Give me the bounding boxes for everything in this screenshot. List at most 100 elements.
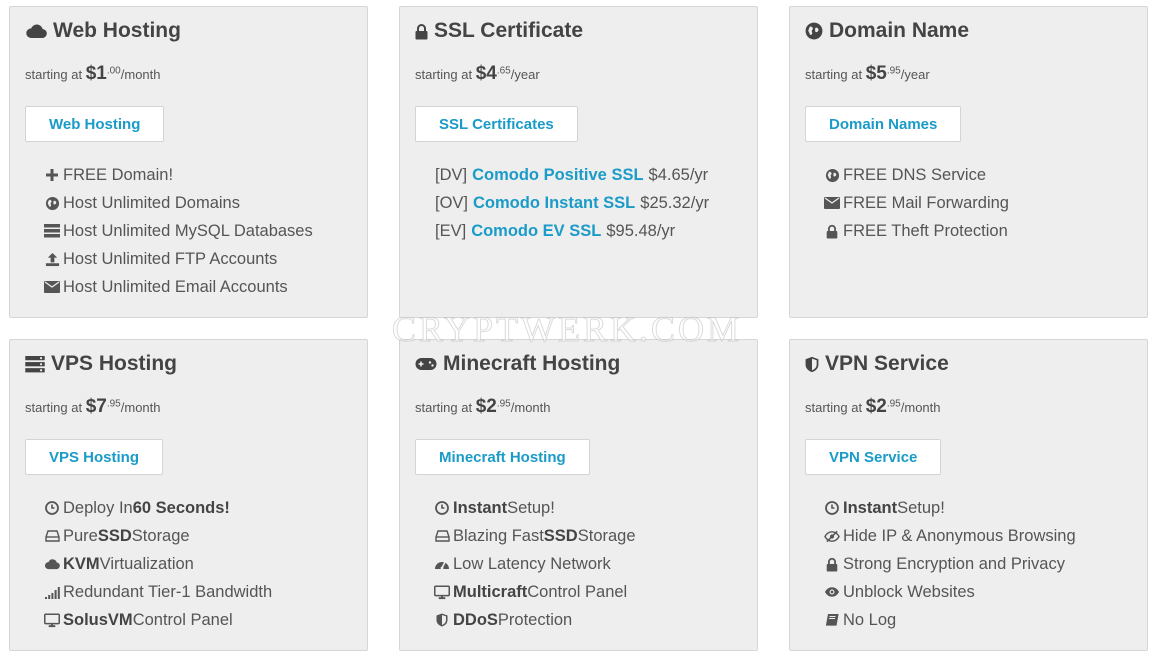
envelope-icon [44, 281, 60, 293]
price-period: /month [120, 67, 161, 82]
price-period: /month [900, 400, 941, 415]
domain-names-button[interactable]: Domain Names [805, 106, 962, 142]
ssl-certificates-button[interactable]: SSL Certificates [415, 106, 578, 142]
signal-icon [44, 586, 60, 599]
card-title: Domain Name [805, 19, 969, 43]
card-title: Minecraft Hosting [415, 352, 620, 376]
feature-list: Deploy In 60 Seconds! Pure SSD Storage K… [44, 494, 272, 634]
feature-highlight: SolusVM [63, 610, 133, 629]
feature-highlight: Instant [843, 498, 898, 517]
price-period: /year [900, 67, 930, 82]
price-amount: $4 [475, 63, 497, 84]
feature-text: FREE Theft Protection [843, 221, 1008, 240]
list-item: FREE Mail Forwarding [824, 189, 1009, 217]
list-item: Host Unlimited MySQL Databases [44, 217, 313, 245]
list-item: [EV] Comodo EV SSL $95.48/yr [435, 217, 709, 245]
price-cents: .95 [886, 65, 901, 77]
card-vpn-service: VPN Service starting at $2.95/month VPN … [789, 339, 1148, 651]
upload-icon [44, 252, 60, 267]
globe-icon [805, 22, 823, 40]
list-item: Unblock Websites [824, 578, 1076, 606]
list-item: Low Latency Network [434, 550, 636, 578]
price: starting at $2.95/month [415, 396, 551, 418]
price: starting at $1.00/month [25, 63, 161, 85]
ssl-product-link[interactable]: Comodo Positive SSL [472, 166, 643, 185]
list-item: FREE DNS Service [824, 161, 1009, 189]
list-item: SolusVM Control Panel [44, 606, 272, 634]
card-title-text: VPS Hosting [51, 352, 178, 375]
feature-text: Setup! [507, 498, 555, 517]
feature-text: FREE Domain! [63, 165, 174, 184]
list-item: Host Unlimited Email Accounts [44, 273, 313, 301]
price-prefix: starting at [25, 67, 86, 82]
ssl-price: $95.48/yr [606, 221, 676, 240]
card-vps-hosting: VPS Hosting starting at $7.95/month VPS … [9, 339, 368, 651]
lock-icon [415, 23, 428, 40]
list-item: FREE Theft Protection [824, 217, 1009, 245]
list-item: Host Unlimited FTP Accounts [44, 245, 313, 273]
feature-text: Unblock Websites [843, 582, 975, 601]
price-period: /month [120, 400, 161, 415]
minecraft-hosting-button[interactable]: Minecraft Hosting [415, 439, 590, 475]
price-prefix: starting at [25, 400, 86, 415]
card-title: SSL Certificate [415, 19, 583, 43]
vps-hosting-button[interactable]: VPS Hosting [25, 439, 164, 475]
card-title: VPS Hosting [25, 352, 177, 376]
feature-text: Virtualization [99, 554, 194, 573]
web-hosting-button[interactable]: Web Hosting [25, 106, 165, 142]
cloud-icon [25, 23, 47, 39]
clock-icon [434, 501, 450, 515]
shield-icon [805, 356, 819, 373]
price-amount: $2 [475, 396, 497, 417]
list-item: Blazing Fast SSD Storage [434, 522, 636, 550]
ssl-type: [EV] [435, 221, 467, 240]
price-cents: .95 [496, 398, 511, 410]
clock-icon [824, 501, 840, 515]
feature-text: Hide IP & Anonymous Browsing [843, 526, 1076, 545]
card-title-text: Domain Name [829, 19, 970, 42]
price-amount: $1 [85, 63, 107, 84]
vpn-service-button[interactable]: VPN Service [805, 439, 942, 475]
list-item: FREE Domain! [44, 161, 313, 189]
shield-icon [434, 613, 450, 627]
feature-text: Storage [131, 526, 190, 545]
price-period: /year [510, 67, 540, 82]
card-title: Web Hosting [25, 19, 181, 43]
price-cents: .95 [886, 398, 901, 410]
ssl-price: $25.32/yr [640, 193, 710, 212]
feature-text: Storage [577, 526, 636, 545]
card-title-text: Minecraft Hosting [443, 352, 621, 375]
price-period: /month [510, 400, 551, 415]
list-item: Instant Setup! [824, 494, 1076, 522]
feature-text: Strong Encryption and Privacy [843, 554, 1065, 573]
list-item: DDoS Protection [434, 606, 636, 634]
plus-icon [44, 168, 60, 182]
feature-highlight: KVM [63, 554, 100, 573]
clock-icon [44, 501, 60, 515]
eye-icon [824, 586, 840, 598]
server-icon [44, 224, 60, 238]
price: starting at $2.95/month [805, 396, 941, 418]
card-minecraft-hosting: Minecraft Hosting starting at $2.95/mont… [399, 339, 758, 651]
feature-list: Instant Setup! Blazing Fast SSD Storage … [434, 494, 636, 634]
list-item: [DV] Comodo Positive SSL $4.65/yr [435, 161, 709, 189]
price-prefix: starting at [805, 400, 866, 415]
feature-list: FREE Domain! Host Unlimited Domains Host… [44, 161, 313, 301]
ssl-product-link[interactable]: Comodo Instant SSL [473, 194, 635, 213]
feature-text: Pure [63, 526, 98, 545]
globe-icon [44, 196, 60, 211]
price-prefix: starting at [415, 400, 476, 415]
feature-highlight: SSD [543, 526, 578, 545]
price-cents: .00 [106, 65, 121, 77]
card-title-text: Web Hosting [53, 19, 181, 42]
globe-icon [824, 168, 840, 183]
price-prefix: starting at [415, 67, 476, 82]
feature-text: Protection [497, 610, 573, 629]
card-ssl-certificate: SSL Certificate starting at $4.65/year S… [399, 6, 758, 318]
ssl-product-link[interactable]: Comodo EV SSL [471, 222, 601, 241]
desktop-icon [434, 584, 450, 600]
list-item: Multicraft Control Panel [434, 578, 636, 606]
dashboard-icon [434, 557, 450, 571]
feature-highlight: Instant [453, 498, 508, 517]
card-domain-name: Domain Name starting at $5.95/year Domai… [789, 6, 1148, 318]
